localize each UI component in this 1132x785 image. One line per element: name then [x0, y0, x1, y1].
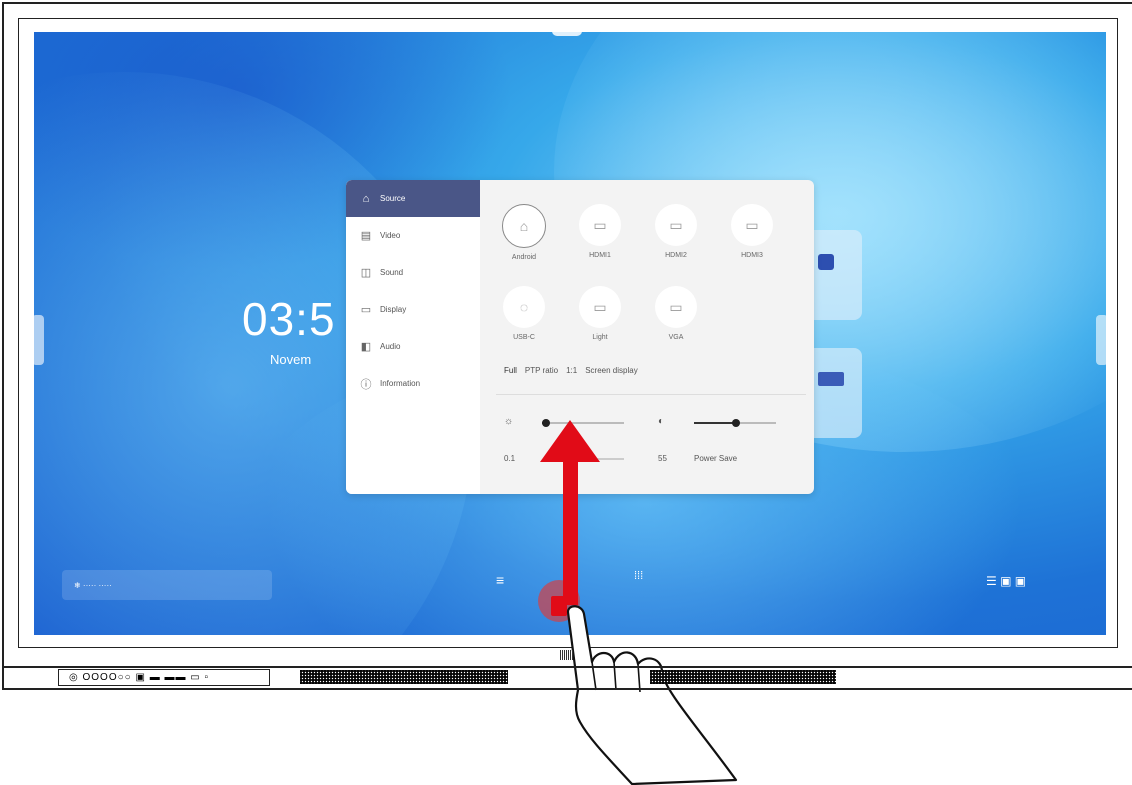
source-label: USB-C	[513, 334, 535, 341]
source-label: HDMI1	[589, 252, 611, 259]
home-button[interactable]	[551, 596, 567, 616]
source-label: Android	[511, 254, 537, 261]
sidebar-item-audio[interactable]: ◧ Audio	[346, 328, 480, 365]
source-label: Light	[592, 334, 608, 341]
apps-icon[interactable]: ⁞⁞⁞	[634, 570, 643, 582]
app-icon	[818, 254, 834, 270]
sidebar-item-display[interactable]: ▭ Display	[346, 291, 480, 328]
vga-icon: ▭	[655, 286, 697, 328]
usb-c-icon: ◌	[503, 286, 545, 328]
picture-icon: ▤	[360, 230, 372, 242]
clock-time: 03:5	[242, 293, 336, 345]
android-home-icon: ⌂	[502, 204, 546, 248]
settings-sidebar: ⌂ Source ▤ Video ◫ Sound ▭ Display ◧ Aud…	[346, 180, 480, 494]
source-vga[interactable]: ▭ VGA	[652, 286, 700, 341]
ratio-option[interactable]: Screen display	[585, 366, 637, 375]
power-save-label[interactable]: Power Save	[694, 454, 737, 463]
source-label: HDMI2	[665, 252, 687, 259]
ratio-option[interactable]: 1:1	[566, 366, 577, 375]
aspect-ratio-options: Full PTP ratio 1:1 Screen display	[504, 366, 638, 375]
port-icon: ▭	[579, 286, 621, 328]
front-edge	[2, 666, 1132, 668]
settings-panel: ⌂ Source ▤ Video ◫ Sound ▭ Display ◧ Aud…	[346, 180, 814, 494]
home-icon: ⌂	[362, 192, 370, 205]
display-icon: ▭	[360, 304, 372, 316]
hdmi-icon: ▭	[655, 204, 697, 246]
brightness-slider[interactable]	[542, 419, 624, 427]
source-hdmi1[interactable]: ▭ HDMI1	[576, 204, 624, 259]
sidebar-item-label: Video	[380, 231, 401, 240]
volume-icon: ◐	[658, 416, 665, 427]
source-label: HDMI3	[741, 252, 763, 259]
sidebar-item-information[interactable]: ⓘ Information	[346, 365, 480, 402]
hdmi-icon: ▭	[731, 204, 773, 246]
source-light[interactable]: ▭ Light	[576, 286, 624, 341]
sidebar-item-label: Display	[380, 305, 407, 314]
sidebar-item-label: Sound	[380, 268, 404, 277]
quick-launch-bar[interactable]: ❄ ····· ·····	[62, 570, 272, 600]
sidebar-item-label: Information	[380, 379, 421, 388]
sidebar-item-video[interactable]: ▤ Video	[346, 217, 480, 254]
sidebar-item-label: Audio	[380, 342, 401, 351]
front-ports[interactable]: ◎ OOOO○○ ▣ ▬ ▬▬ ▭ ▫	[58, 669, 270, 686]
speaker-grille-left	[300, 670, 508, 684]
brightness-value: 0.1	[504, 454, 516, 463]
brightness-icon: ☼	[504, 416, 514, 427]
app-icon	[818, 372, 844, 386]
left-side-tab[interactable]	[34, 315, 44, 365]
menu-icon[interactable]: ≡	[496, 572, 504, 588]
source-android[interactable]: ⌂ Android	[500, 204, 548, 261]
ratio-option[interactable]: Full	[504, 366, 517, 375]
slider-knob[interactable]	[542, 419, 550, 427]
audio-icon: ◧	[360, 341, 372, 353]
ratio-option[interactable]: PTP ratio	[525, 366, 558, 375]
bottom-edge	[2, 688, 1132, 690]
sound-icon: ◫	[360, 267, 372, 279]
hdmi-icon: ▭	[579, 204, 621, 246]
sidebar-item-label: Source	[380, 194, 406, 203]
source-hdmi2[interactable]: ▭ HDMI2	[652, 204, 700, 259]
secondary-slider[interactable]	[576, 458, 624, 460]
sidebar-item-source[interactable]: ⌂ Source	[346, 180, 480, 217]
volume-slider[interactable]	[694, 419, 776, 427]
right-side-tab[interactable]	[1096, 315, 1106, 365]
system-tray-icons[interactable]: ☰ ▣ ▣	[986, 574, 1026, 588]
volume-value: 55	[658, 454, 667, 463]
slider-fill	[694, 422, 736, 424]
source-label: VGA	[668, 334, 684, 341]
source-hdmi3[interactable]: ▭ HDMI3	[728, 204, 776, 259]
clock-date: Novem	[270, 352, 312, 367]
source-usb-c[interactable]: ◌ USB-C	[500, 286, 548, 341]
info-icon: ⓘ	[360, 378, 372, 391]
divider	[496, 394, 806, 395]
slider-knob[interactable]	[732, 419, 740, 427]
speaker-grille-right	[650, 670, 836, 684]
top-pull-handle[interactable]	[552, 32, 582, 36]
touch-screen[interactable]: 03:5 Novem ⌂ Source ▤ Video ◫ Sound ▭ Di…	[34, 32, 1106, 635]
sidebar-item-sound[interactable]: ◫ Sound	[346, 254, 480, 291]
